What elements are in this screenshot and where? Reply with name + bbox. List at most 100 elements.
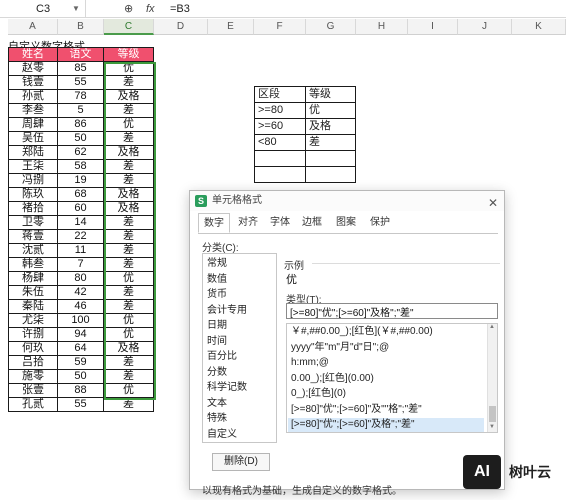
lookup-cell[interactable]: 优 [306,103,356,119]
table-cell[interactable]: 优 [104,272,154,286]
table-cell[interactable]: 孙贰 [8,90,58,104]
type-item[interactable]: [>=80]"优";[>=60]"及""格";"差" [291,403,422,417]
table-cell[interactable]: 及格 [104,202,154,216]
tab-0[interactable]: 数字 [198,213,230,233]
table-cell[interactable]: 差 [104,160,154,174]
column-header-b[interactable]: B [58,19,104,35]
table-cell[interactable]: 优 [104,314,154,328]
table-cell[interactable]: 何玖 [8,342,58,356]
scroll-up-icon[interactable]: ▲ [489,324,495,330]
type-item[interactable]: 0_);[红色](0) [291,387,346,401]
type-item[interactable]: 0.00_);[红色](0.00) [291,372,374,386]
table-cell[interactable]: 55 [58,398,104,412]
lookup-cell[interactable]: >=80 [254,103,306,119]
lookup-cell[interactable] [306,167,356,183]
table-header-cell[interactable]: 姓名 [8,48,58,62]
column-header-j[interactable]: J [458,19,512,35]
magnify-icon[interactable]: ⊕ [124,0,133,18]
table-cell[interactable]: 55 [58,76,104,90]
lookup-cell[interactable]: 及格 [306,119,356,135]
table-cell[interactable]: 吴伍 [8,132,58,146]
table-cell[interactable]: 褚拾 [8,202,58,216]
type-item[interactable]: [>=80]"优";[>=60]"及格";"差" [288,418,484,432]
table-cell[interactable]: 85 [58,62,104,76]
column-header-k[interactable]: K [512,19,566,35]
table-cell[interactable]: 94 [58,328,104,342]
table-cell[interactable]: 杨肆 [8,272,58,286]
table-cell[interactable]: 陈玖 [8,188,58,202]
table-cell[interactable]: 22 [58,230,104,244]
category-item[interactable]: 自定义 [207,428,237,442]
table-cell[interactable]: 冯捌 [8,174,58,188]
table-cell[interactable]: 80 [58,272,104,286]
table-cell[interactable]: 及格 [104,188,154,202]
column-header-i[interactable]: I [408,19,458,35]
table-cell[interactable]: 孔贰 [8,398,58,412]
name-box[interactable]: C3 ▼ [0,0,86,18]
table-cell[interactable]: 62 [58,146,104,160]
formula-input[interactable]: =B3 [170,0,190,18]
table-cell[interactable]: 卫零 [8,216,58,230]
table-cell[interactable]: 差 [104,300,154,314]
table-cell[interactable]: 赵零 [8,62,58,76]
tab-3[interactable]: 边框 [296,213,328,233]
table-cell[interactable]: 钱壹 [8,76,58,90]
table-cell[interactable]: 张壹 [8,384,58,398]
scroll-down-icon[interactable]: ▼ [489,424,495,430]
table-cell[interactable]: 优 [104,384,154,398]
table-cell[interactable]: 60 [58,202,104,216]
lookup-cell[interactable] [254,151,306,167]
category-item[interactable]: 百分比 [207,350,237,364]
lookup-cell[interactable] [254,167,306,183]
table-cell[interactable]: 100 [58,314,104,328]
table-cell[interactable]: 5 [58,104,104,118]
table-header-cell[interactable]: 语文 [58,48,104,62]
table-cell[interactable]: 差 [104,398,154,412]
category-item[interactable]: 时间 [207,335,227,349]
category-item[interactable]: 分数 [207,366,227,380]
table-cell[interactable]: 78 [58,90,104,104]
table-cell[interactable]: 蒋壹 [8,230,58,244]
scrollbar-thumb[interactable] [489,406,496,422]
table-cell[interactable]: 42 [58,286,104,300]
table-cell[interactable]: 差 [104,132,154,146]
table-cell[interactable]: 50 [58,132,104,146]
type-item[interactable]: yyyy"年"m"月"d"日";@ [291,341,389,355]
table-cell[interactable]: 68 [58,188,104,202]
table-cell[interactable]: 59 [58,356,104,370]
category-item[interactable]: 货币 [207,288,227,302]
table-cell[interactable]: 优 [104,62,154,76]
table-cell[interactable]: 14 [58,216,104,230]
lookup-cell[interactable]: 差 [306,135,356,151]
table-cell[interactable]: 19 [58,174,104,188]
column-header-a[interactable]: A [8,19,58,35]
dialog-titlebar[interactable]: S 单元格格式 ✕ [190,191,504,211]
category-item[interactable]: 常规 [207,257,227,271]
table-cell[interactable]: 46 [58,300,104,314]
table-cell[interactable]: 及格 [104,342,154,356]
column-header-e[interactable]: E [208,19,254,35]
table-cell[interactable]: 差 [104,230,154,244]
category-item[interactable]: 科学记数 [207,381,247,395]
table-cell[interactable]: 差 [104,104,154,118]
table-cell[interactable]: 周肆 [8,118,58,132]
close-icon[interactable]: ✕ [488,193,498,213]
column-header-d[interactable]: D [154,19,208,35]
table-cell[interactable]: 64 [58,342,104,356]
category-item[interactable]: 特殊 [207,412,227,426]
fx-icon[interactable]: fx [146,0,155,18]
tab-5[interactable]: 保护 [364,213,396,233]
table-header-cell[interactable]: 等级 [104,48,154,62]
type-list[interactable]: [>=80]"优";[>=60]"及格";"差" [>=80]"优";[>=60]… [286,323,498,433]
lookup-cell[interactable]: >=60 [254,119,306,135]
tab-2[interactable]: 字体 [264,213,296,233]
column-header-g[interactable]: G [306,19,356,35]
column-header-h[interactable]: H [356,19,408,35]
table-cell[interactable]: 88 [58,384,104,398]
chevron-down-icon[interactable]: ▼ [72,0,80,18]
table-cell[interactable]: 朱伍 [8,286,58,300]
table-cell[interactable]: 差 [104,370,154,384]
table-cell[interactable]: 秦陆 [8,300,58,314]
table-cell[interactable]: 及格 [104,90,154,104]
table-cell[interactable]: 差 [104,244,154,258]
